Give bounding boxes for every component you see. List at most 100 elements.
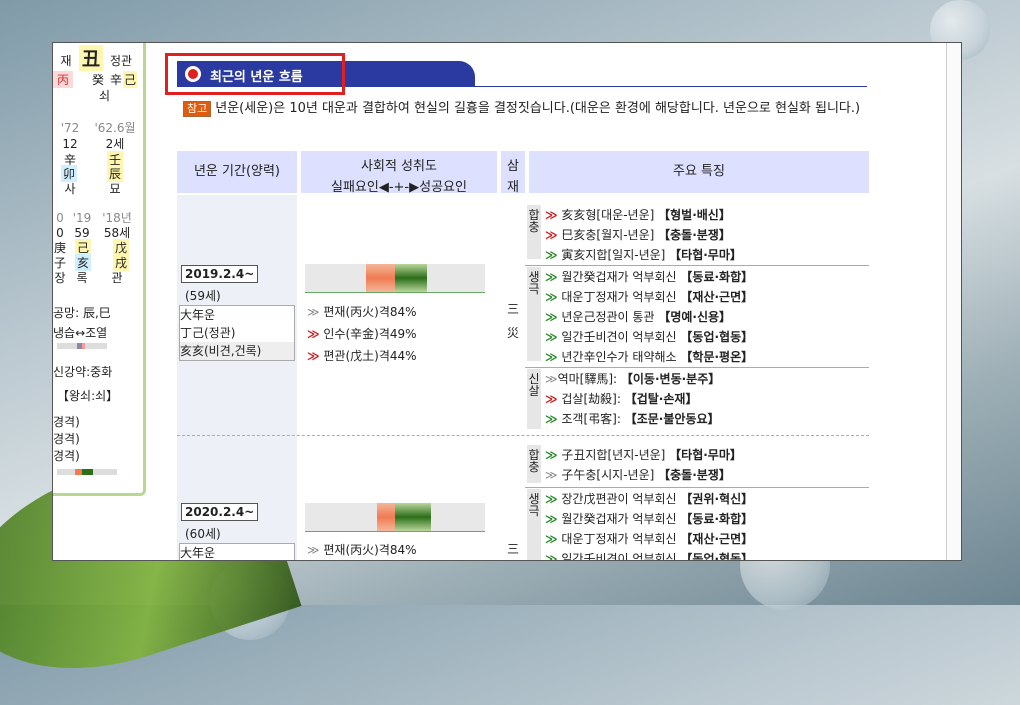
pillar3-a: 사 [64, 182, 76, 196]
row1-gyeok-2: ≫ 인수(辛金)격49% [307, 327, 417, 341]
row1-bar-negative [366, 264, 395, 292]
row2-ganji-1: 大年운 [180, 546, 216, 560]
row2-age: (60세) [185, 527, 221, 541]
row1-gyeok-1: ≫ 편재(丙火)격84% [307, 305, 417, 319]
row2-group-hapchung: ≫ 子丑지합[년지-년운] 【타협·무마】 ≫ 子午충[시지-년운] 【충돌·분… [545, 445, 742, 485]
row2-samjae: 三 [506, 542, 519, 556]
row1-gyeok-3: ≫ 편관(戊土)격44% [307, 349, 417, 363]
header-period: 년운 기간(양력) [177, 151, 297, 193]
age2-2: 2세 [105, 137, 125, 151]
header-features: 주요 특징 [529, 151, 869, 193]
naengseup-bar [57, 343, 107, 349]
row1-group-sinsal: ≫역마[驛馬]: 【이동·변동·분주】 ≫ 겁살[劫殺]: 【겁탈·손재】 ≫ … [545, 369, 720, 429]
age-1: '72 [60, 121, 80, 135]
row1-cat-hapchung: 합충 [527, 205, 541, 259]
row2-group-saenggeuk: ≫ 장간戊편관이 억부회신 【권위·혁신】 ≫ 월간癸겁재가 억부회신 【동료·… [545, 489, 754, 561]
row1-ganji-3: 亥亥(비견,건록) [180, 342, 294, 360]
row2-gyeok-1: ≫ 편재(丙火)격84% [307, 543, 417, 557]
year2-2: 59 [74, 226, 90, 240]
note-text: 년운(세운)은 10년 대운과 결합하여 현실의 길흉을 결정짓습니다.(대운은… [215, 101, 861, 116]
naengseup-text: 냉습↔조열 [53, 326, 108, 340]
row1-feat-3: ≫ 寅亥지합[일지-년운] 【타협·무마】 [545, 248, 742, 262]
row1-feat-1: ≫ 亥亥형[대운-년운] 【형벌·배신】 [545, 208, 731, 222]
yearly-fortune-section: 최근의 년운 흐름 참고 년운(세운)은 10년 대운과 결합하여 현실의 길흉을… [165, 43, 953, 561]
browser-window: 재 丑 정관 丙癸辛己 쇠 '72'62.6월 12 2세 辛壬 卯辰 사묘 0'19… [52, 42, 962, 561]
row1-ganji-2: 丁己(정관) [180, 326, 236, 340]
gongmang-text: 공망: 辰,巳 [53, 306, 111, 320]
header-samjae-2: 재 [507, 180, 519, 195]
top-cell-2: 丑 [79, 45, 103, 71]
note-tag: 참고 [183, 101, 212, 117]
gyeok-3: 경격) [53, 449, 80, 463]
row2-cell-2: 癸 [91, 73, 104, 87]
header-social-line2: 실패요인◀-+-▶성공요인 [331, 180, 467, 195]
age2-1: 12 [62, 137, 78, 151]
gyeok-1: 경격) [53, 415, 80, 429]
row1-date: 2019.2.4~ [181, 265, 259, 283]
row1-feat-9: ≫역마[驛馬]: 【이동·변동·분주】 [545, 372, 721, 386]
row2-divider-1 [525, 487, 869, 488]
row2-feat-5: ≫ 대운丁정재가 억부회신 【재산·근면】 [545, 532, 754, 546]
row2-ganji-box: 大年운 [179, 543, 295, 560]
row2-feat-6: ≫ 일간壬비견이 억부회신 【동업·협동】 [545, 552, 754, 561]
row1-ganji-box: 大年운 丁己(정관) 亥亥(비견,건록) [179, 305, 295, 361]
row2-feat-1: ≫ 子丑지합[년지-년운] 【타협·무마】 [545, 448, 742, 462]
row1-feat-5: ≫ 대운丁정재가 억부회신 【재산·근면】 [545, 290, 754, 304]
row3-cell: 쇠 [99, 89, 111, 103]
top-cell-3: 정관 [109, 54, 133, 68]
row1-group-hapchung: ≫ 亥亥형[대운-년운] 【형벌·배신】 ≫ 巳亥충[월지-년운] 【충돌·분쟁… [545, 205, 742, 265]
row2-cell-1: 丙 [53, 71, 73, 88]
y5-2: 록 [76, 271, 88, 285]
gyeok-bar [57, 469, 117, 475]
row1-feat-4: ≫ 월간癸겁재가 억부회신 【동료·화합】 [545, 270, 754, 284]
row2-cat-hapchung: 합충 [527, 445, 541, 483]
header-samjae: 삼 재 [501, 151, 525, 195]
y5-1: 장 [54, 271, 66, 285]
row2-cell-4: 己 [123, 71, 137, 88]
year2-1: 0 [56, 226, 64, 240]
singang-text: 신강약:중화 [53, 365, 113, 379]
row1-feat-2: ≫ 巳亥충[월지-년운] 【충돌·분쟁】 [545, 228, 731, 242]
top-cell-1: 재 [60, 54, 72, 68]
right-scroll-gutter[interactable] [946, 43, 961, 560]
row1-cat-saenggeuk: 생극 [527, 267, 541, 361]
row1-bar-positive [395, 264, 428, 292]
row2-cat-saenggeuk: 생극 [527, 489, 541, 560]
row1-feat-8: ≫ 년간辛인수가 태약해소 【학문·평온】 [545, 350, 754, 364]
row1-age: (59세) [185, 289, 221, 303]
row2-date: 2020.2.4~ [181, 503, 259, 521]
row1-divider-1 [525, 265, 869, 266]
row1-feat-11: ≫ 조객[弔客]: 【조문·불안동요】 [545, 412, 720, 426]
row1-ganji-1: 大年운 [180, 308, 216, 322]
row2-feat-3: ≫ 장간戊편관이 억부회신 【권위·혁신】 [545, 492, 754, 506]
highlight-box [165, 53, 345, 95]
row1-samjae: 三 災 [506, 302, 519, 340]
age-2: '62.6월 [94, 121, 136, 135]
row1-gyeok-list: ≫ 편재(丙火)격84% ≫ 인수(辛金)격49% ≫ 편관(戊土)격44% [307, 301, 417, 367]
row2-gyeok-list: ≫ 편재(丙火)격84% [307, 539, 417, 560]
row2-achievement-bar [305, 503, 485, 532]
row1-group-saenggeuk: ≫ 월간癸겁재가 억부회신 【동료·화합】 ≫ 대운丁정재가 억부회신 【재산·… [545, 267, 753, 367]
saju-side-panel: 재 丑 정관 丙癸辛己 쇠 '72'62.6월 12 2세 辛壬 卯辰 사묘 0'19… [53, 43, 146, 496]
year-1: 0 [56, 211, 64, 225]
gyeok-2: 경격) [53, 432, 80, 446]
row1-cat-sinsal: 신살 [527, 369, 541, 429]
header-samjae-1: 삼 [507, 159, 519, 174]
row2-bar-negative [377, 503, 395, 531]
note-paragraph: 참고 년운(세운)은 10년 대운과 결합하여 현실의 길흉을 결정짓습니다.(대… [183, 99, 873, 119]
row1-feat-6: ≫ 년운己정관이 통관 【명예·신용】 [545, 310, 732, 324]
row1-feat-7: ≫ 일간壬비견이 억부회신 【동업·협동】 [545, 330, 754, 344]
pillar3-b: 묘 [109, 182, 121, 196]
row1-feat-10: ≫ 겁살[劫殺]: 【겁탈·손재】 [545, 392, 698, 406]
row2-bar-positive [395, 503, 431, 531]
row1-divider-2 [525, 367, 869, 368]
row1-achievement-bar [305, 264, 485, 293]
row2-feat-2: ≫ 子午충[시지-년운] 【충돌·분쟁】 [545, 468, 731, 482]
year-2: '19 [72, 211, 92, 225]
y5-3: 관 [111, 271, 123, 285]
header-social-line1: 사회적 성취도 [361, 159, 437, 174]
row-separator [177, 435, 869, 436]
header-social: 사회적 성취도 실패요인◀-+-▶성공요인 [301, 151, 497, 195]
row2-cell-3: 辛 [109, 73, 122, 87]
row2-feat-4: ≫ 월간癸겁재가 억부회신 【동료·화합】 [545, 512, 754, 526]
